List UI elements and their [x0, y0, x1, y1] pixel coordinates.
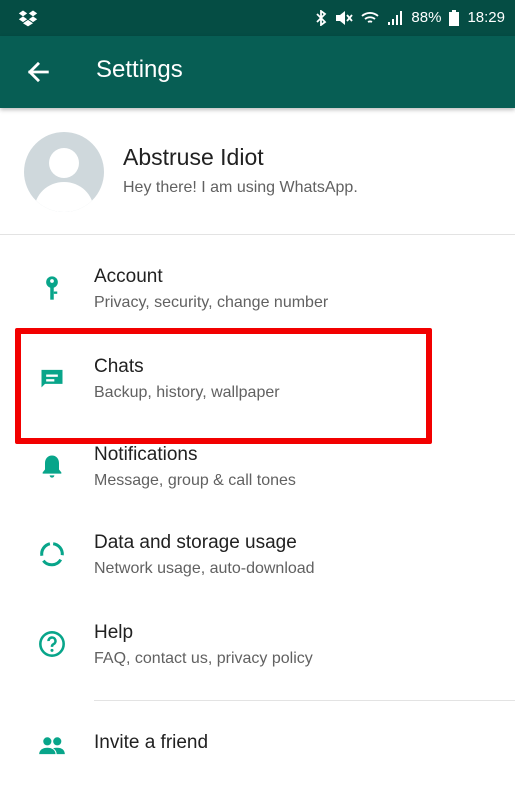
- settings-item-data-storage[interactable]: Data and storage usage Network usage, au…: [0, 512, 515, 600]
- profile-card[interactable]: Abstruse Idiot Hey there! I am using Wha…: [0, 108, 515, 234]
- settings-item-title: Notifications: [94, 444, 198, 465]
- app-bar: Settings: [0, 36, 515, 108]
- clock: 18:29: [467, 9, 505, 26]
- settings-item-help[interactable]: Help FAQ, contact us, privacy policy: [0, 602, 515, 690]
- battery-icon: [449, 9, 460, 26]
- status-bar: 88% 18:29: [0, 0, 515, 36]
- settings-item-title: Account: [94, 266, 163, 287]
- avatar[interactable]: [24, 132, 104, 212]
- dropbox-icon: [18, 10, 38, 27]
- help-icon: [39, 631, 65, 657]
- settings-item-account[interactable]: Account Privacy, security, change number: [0, 246, 515, 334]
- settings-item-subtitle: Privacy, security, change number: [94, 294, 329, 311]
- settings-item-title: Help: [94, 622, 134, 643]
- settings-item-subtitle: FAQ, contact us, privacy policy: [94, 650, 313, 667]
- signal-icon: [388, 10, 403, 25]
- wifi-icon: [361, 11, 380, 23]
- people-icon: [39, 737, 65, 755]
- highlight-box: [15, 328, 432, 444]
- settings-item-title: Data and storage usage: [94, 532, 297, 553]
- page-title: Settings: [96, 56, 183, 83]
- settings-item-title: Invite a friend: [94, 732, 209, 753]
- settings-item-subtitle: Message, group & call tones: [94, 472, 296, 489]
- profile-name: Abstruse Idiot: [123, 144, 264, 170]
- bluetooth-icon: [316, 9, 327, 26]
- settings-item-subtitle: Network usage, auto-download: [94, 560, 315, 577]
- default-avatar-icon: [34, 148, 94, 212]
- divider: [94, 700, 515, 701]
- battery-level: 88%: [411, 9, 442, 26]
- divider: [0, 234, 515, 235]
- back-arrow-icon[interactable]: [24, 58, 52, 86]
- key-icon: [46, 276, 58, 300]
- profile-status: Hey there! I am using WhatsApp.: [123, 179, 358, 196]
- mute-icon: [336, 10, 354, 25]
- bell-icon: [42, 455, 62, 478]
- data-usage-icon: [40, 542, 64, 567]
- settings-item-invite[interactable]: Invite a friend: [0, 712, 515, 800]
